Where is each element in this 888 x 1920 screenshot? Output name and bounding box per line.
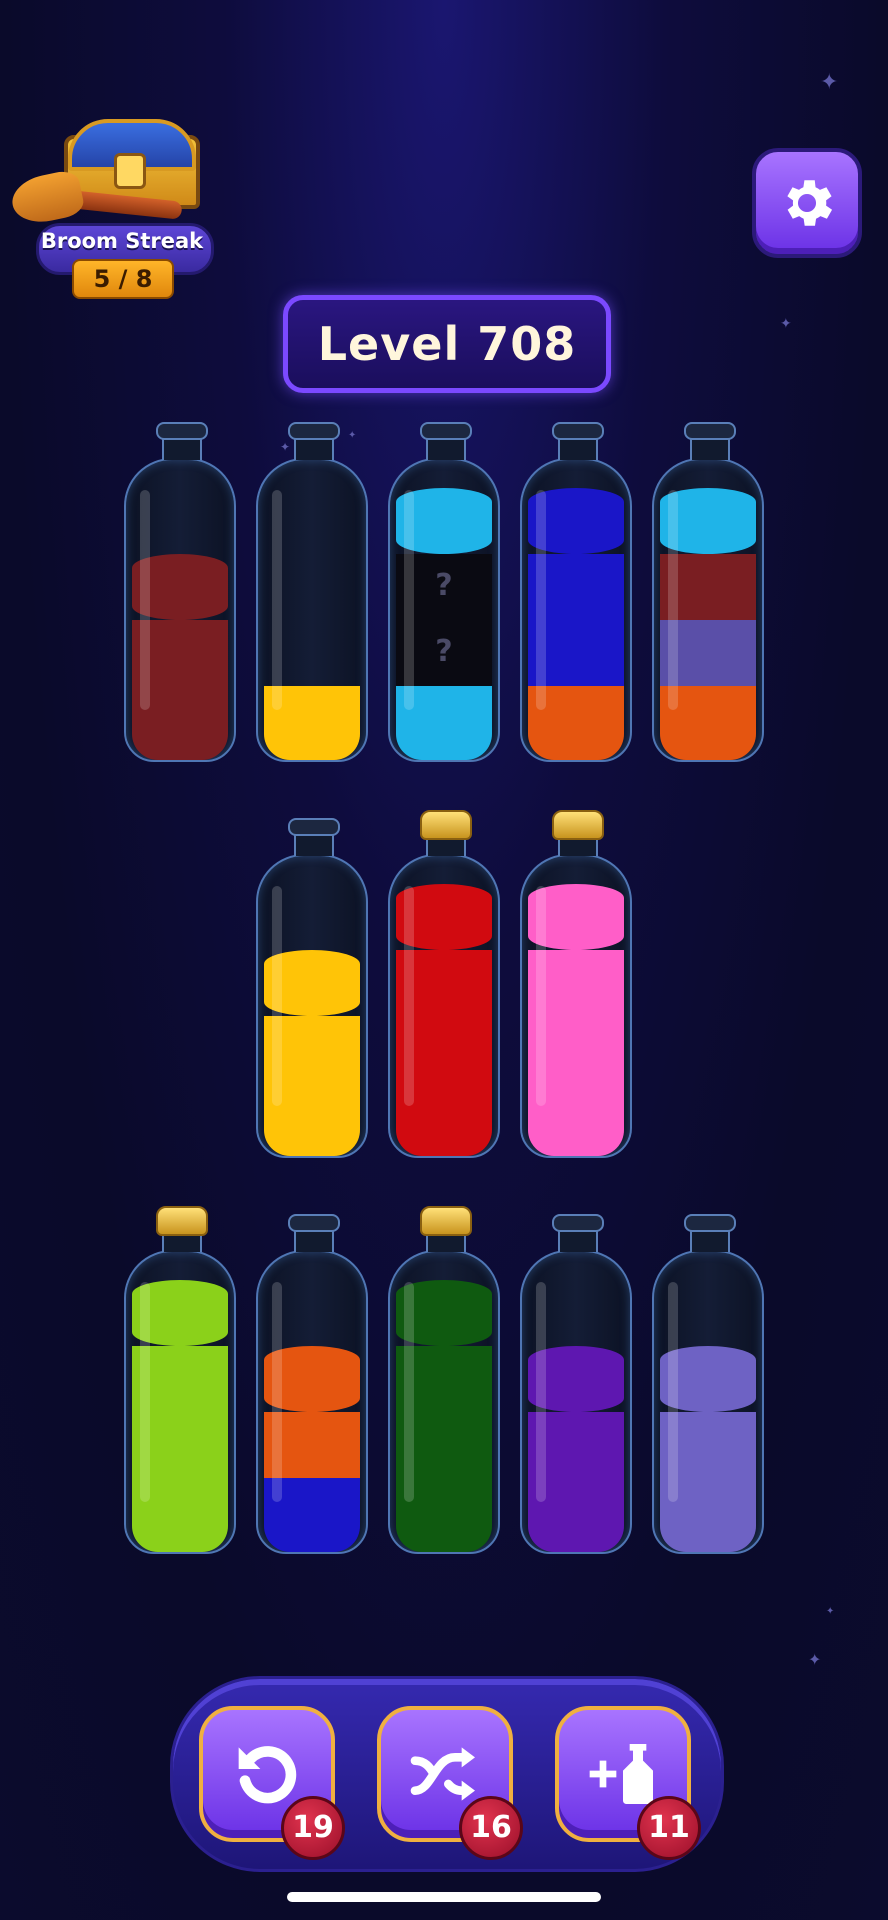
add-bottle-count-badge: 11 — [637, 1796, 701, 1860]
glass-shine — [404, 490, 414, 710]
bottle-glass — [124, 1250, 236, 1554]
bottle[interactable] — [256, 422, 368, 762]
shuffle-count-badge: 16 — [459, 1796, 523, 1860]
glass-shine — [272, 1282, 282, 1502]
glass-shine — [536, 490, 546, 710]
streak-title: Broom Streak — [40, 229, 204, 253]
glass-shine — [272, 490, 282, 710]
bottle[interactable]: ?? — [388, 422, 500, 762]
bottle[interactable] — [256, 1214, 368, 1554]
settings-button[interactable] — [752, 148, 862, 258]
bottle-glass: ?? — [388, 458, 500, 762]
bottle[interactable] — [124, 1206, 236, 1554]
add-bottle-button[interactable]: 11 — [555, 1706, 701, 1860]
cork-icon — [156, 1206, 208, 1236]
undo-button[interactable]: 19 — [199, 1706, 345, 1860]
bottle[interactable] — [520, 1214, 632, 1554]
cork-icon — [420, 1206, 472, 1236]
star-icon: ✦ — [826, 1606, 835, 1617]
level-label: Level 708 — [317, 317, 577, 371]
broom-head — [7, 168, 87, 228]
gear-icon — [787, 180, 833, 226]
glass-shine — [536, 886, 546, 1106]
bottle[interactable] — [388, 810, 500, 1158]
glass-shine — [404, 1282, 414, 1502]
streak-count: 5 / 8 — [72, 259, 174, 299]
bottle[interactable] — [124, 422, 236, 762]
home-indicator[interactable] — [287, 1892, 601, 1902]
bottle-glass — [520, 1250, 632, 1554]
bottle[interactable] — [388, 1206, 500, 1554]
bottle-glass — [520, 458, 632, 762]
glass-shine — [140, 1282, 150, 1502]
bottle[interactable] — [520, 422, 632, 762]
bottle[interactable] — [652, 1214, 764, 1554]
star-icon: ✦ — [780, 316, 792, 332]
glass-shine — [668, 490, 678, 710]
bottle[interactable] — [652, 422, 764, 762]
bottle-glass — [652, 1250, 764, 1554]
bottle-rim — [420, 422, 472, 440]
bottle-rim — [552, 1214, 604, 1232]
glass-shine — [140, 490, 150, 710]
bottle-rim — [288, 422, 340, 440]
undo-count-badge: 19 — [281, 1796, 345, 1860]
broom-streak-badge[interactable]: Broom Streak 5 / 8 — [7, 115, 214, 305]
glass-shine — [668, 1282, 678, 1502]
bottle-rim — [288, 818, 340, 836]
star-icon: ✦ — [808, 1650, 822, 1669]
cork-icon — [552, 810, 604, 840]
glass-shine — [536, 1282, 546, 1502]
bottle[interactable] — [520, 810, 632, 1158]
bottle-rim — [156, 422, 208, 440]
bottle-rim — [684, 422, 736, 440]
bottle-glass — [124, 458, 236, 762]
shuffle-button[interactable]: 16 — [377, 1706, 523, 1860]
bottle-glass — [520, 854, 632, 1158]
bottle-rim — [552, 422, 604, 440]
bottle-glass — [256, 1250, 368, 1554]
glass-shine — [404, 886, 414, 1106]
bottle[interactable] — [256, 818, 368, 1158]
bottle-glass — [388, 1250, 500, 1554]
level-title: Level 708 — [283, 295, 611, 393]
glass-shine — [272, 886, 282, 1106]
bottle-glass — [388, 854, 500, 1158]
bottle-glass — [652, 458, 764, 762]
star-icon: ✦ — [820, 70, 839, 95]
lock-icon — [114, 153, 146, 189]
bottle-glass — [256, 854, 368, 1158]
bottle-glass — [256, 458, 368, 762]
powerup-toolbar: 19 16 11 — [170, 1676, 724, 1872]
cork-icon — [420, 810, 472, 840]
bottle-rim — [288, 1214, 340, 1232]
bottle-rim — [684, 1214, 736, 1232]
